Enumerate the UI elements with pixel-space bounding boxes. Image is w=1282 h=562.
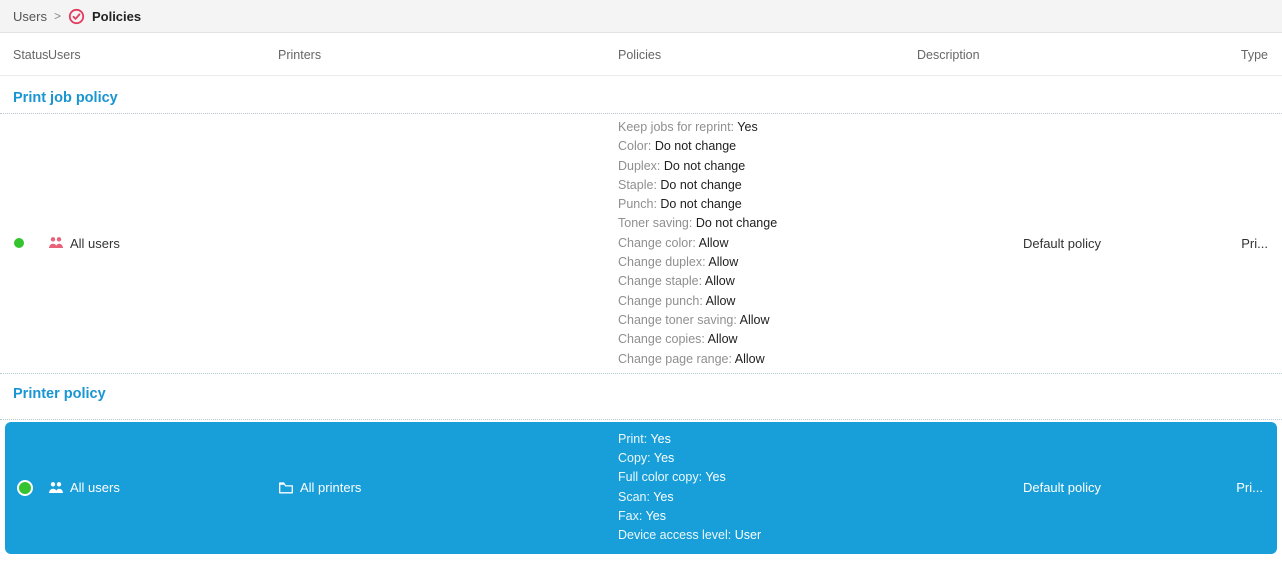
policy-line: Print: Yes <box>618 430 917 449</box>
policy-label: Change color: <box>618 236 696 250</box>
policy-line: Change punch: Allow <box>618 292 917 311</box>
policy-line: Color: Do not change <box>618 137 917 156</box>
policy-value: Allow <box>740 313 770 327</box>
policy-line: Change page range: Allow <box>618 350 917 369</box>
policy-value: Do not change <box>696 216 777 230</box>
policy-row-printer-default-selected[interactable]: All users All printers Print: Yes Copy: … <box>5 422 1277 554</box>
column-header-status[interactable]: Status <box>0 48 48 62</box>
status-active-dot-selected <box>19 482 31 494</box>
users-label: All users <box>70 480 120 495</box>
policy-label: Change duplex: <box>618 255 706 269</box>
policy-value: User <box>735 528 761 542</box>
policy-label: Toner saving: <box>618 216 692 230</box>
policies-cell: Keep jobs for reprint: Yes Color: Do not… <box>618 114 917 373</box>
policy-line: Punch: Do not change <box>618 195 917 214</box>
status-cell <box>5 482 48 494</box>
section-title-printer-policy: Printer policy <box>0 374 1282 420</box>
policy-value: Allow <box>708 332 738 346</box>
policy-label: Full color copy: <box>618 470 702 484</box>
policy-value: Do not change <box>660 197 741 211</box>
policy-label: Duplex: <box>618 159 660 173</box>
description-cell: Default policy <box>917 480 1207 495</box>
policy-line: Toner saving: Do not change <box>618 214 917 233</box>
breadcrumb-current-page: Policies <box>92 9 141 24</box>
breadcrumb-separator: > <box>54 9 61 23</box>
table-header-row: Status Users Printers Policies Descripti… <box>0 33 1282 76</box>
policy-badge-check-icon <box>68 8 85 25</box>
policy-label: Keep jobs for reprint: <box>618 120 734 134</box>
policy-label: Staple: <box>618 178 657 192</box>
type-cell: Pri... <box>1207 236 1282 251</box>
policy-value: Do not change <box>660 178 741 192</box>
policy-label: Change punch: <box>618 294 703 308</box>
policy-label: Fax: <box>618 509 642 523</box>
printers-label: All printers <box>300 480 361 495</box>
policy-value: Yes <box>650 432 670 446</box>
policy-line: Copy: Yes <box>618 449 917 468</box>
policy-value: Yes <box>705 470 725 484</box>
printers-cell: All printers <box>278 480 618 496</box>
policy-value: Yes <box>737 120 757 134</box>
policy-line: Change toner saving: Allow <box>618 311 917 330</box>
policy-label: Print: <box>618 432 647 446</box>
policy-value: Allow <box>706 294 736 308</box>
policy-label: Change staple: <box>618 274 702 288</box>
policy-line: Device access level: User <box>618 526 917 545</box>
policy-value: Allow <box>708 255 738 269</box>
policy-label: Color: <box>618 139 651 153</box>
column-header-policies[interactable]: Policies <box>618 48 917 62</box>
policy-row-print-job-default[interactable]: All users Keep jobs for reprint: Yes Col… <box>0 114 1282 374</box>
column-header-printers[interactable]: Printers <box>278 48 618 62</box>
policy-line: Fax: Yes <box>618 507 917 526</box>
policy-label: Change copies: <box>618 332 705 346</box>
policy-line: Change staple: Allow <box>618 272 917 291</box>
policy-value: Yes <box>654 451 674 465</box>
policies-cell: Print: Yes Copy: Yes Full color copy: Ye… <box>618 422 917 554</box>
policy-line: Change copies: Allow <box>618 330 917 349</box>
column-header-users[interactable]: Users <box>48 48 278 62</box>
policy-label: Scan: <box>618 490 650 504</box>
users-label: All users <box>70 236 120 251</box>
policy-label: Device access level: <box>618 528 731 542</box>
policy-label: Change page range: <box>618 352 732 366</box>
policy-line: Scan: Yes <box>618 488 917 507</box>
users-group-icon <box>48 235 64 251</box>
policy-line: Duplex: Do not change <box>618 157 917 176</box>
policy-value: Do not change <box>655 139 736 153</box>
policy-line: Change color: Allow <box>618 234 917 253</box>
policy-label: Punch: <box>618 197 657 211</box>
policy-value: Do not change <box>664 159 745 173</box>
status-cell <box>0 238 48 248</box>
users-cell: All users <box>48 480 278 496</box>
policy-value: Allow <box>699 236 729 250</box>
policy-value: Allow <box>735 352 765 366</box>
policy-line: Staple: Do not change <box>618 176 917 195</box>
breadcrumb: Users > Policies <box>0 0 1282 33</box>
status-active-dot <box>14 238 24 248</box>
type-cell: Pri... <box>1207 480 1277 495</box>
policy-value: Allow <box>705 274 735 288</box>
policy-line: Change duplex: Allow <box>618 253 917 272</box>
users-group-icon <box>48 480 64 496</box>
users-cell: All users <box>48 235 278 251</box>
policy-value: Yes <box>646 509 666 523</box>
column-header-type[interactable]: Type <box>1207 48 1282 62</box>
policy-label: Copy: <box>618 451 651 465</box>
column-header-description[interactable]: Description <box>917 48 1207 62</box>
section-title-print-job-policy: Print job policy <box>0 76 1282 114</box>
policy-line: Keep jobs for reprint: Yes <box>618 118 917 137</box>
description-cell: Default policy <box>917 236 1207 251</box>
folder-icon <box>278 480 294 496</box>
breadcrumb-users-link[interactable]: Users <box>13 9 47 24</box>
policy-label: Change toner saving: <box>618 313 737 327</box>
policy-value: Yes <box>653 490 673 504</box>
policy-line: Full color copy: Yes <box>618 468 917 487</box>
